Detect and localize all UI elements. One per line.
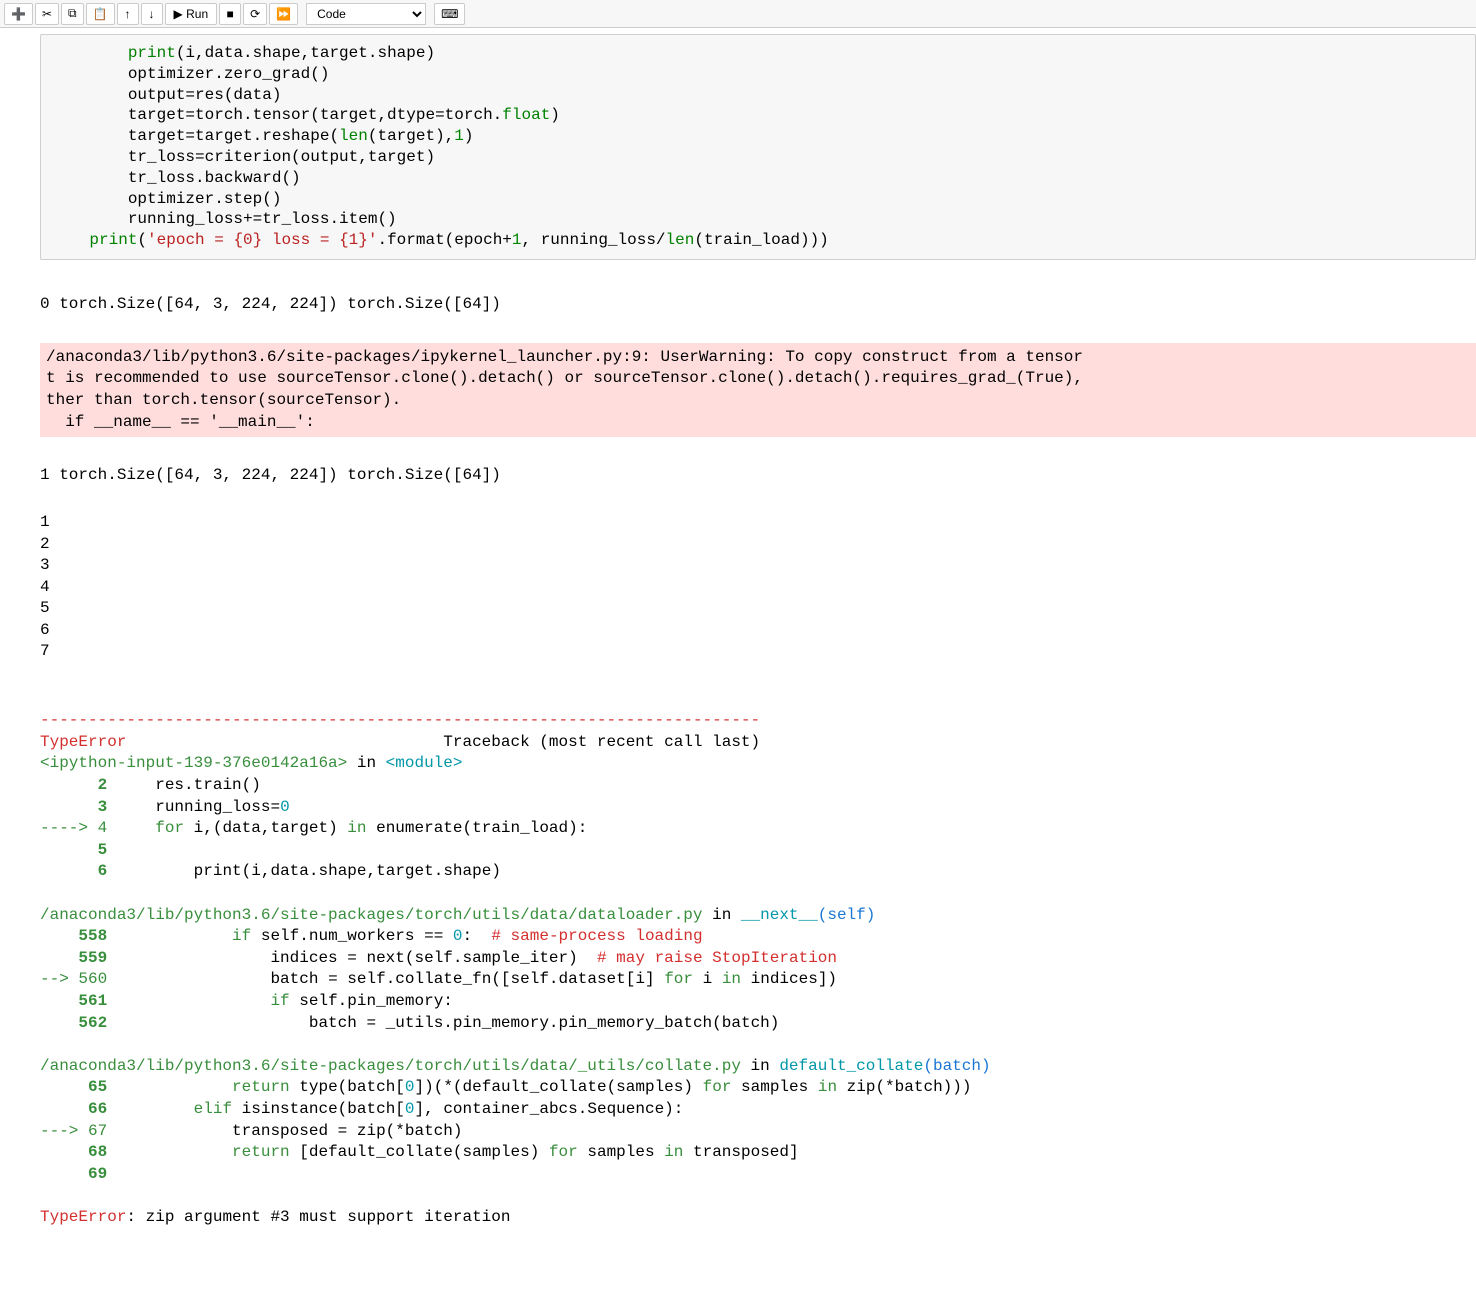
move-up-button[interactable]: ↑ (117, 3, 139, 25)
stdout-line: 0 torch.Size([64, 3, 224, 224]) torch.Si… (40, 292, 1476, 318)
cell-type-select[interactable]: Code (306, 3, 426, 25)
move-down-button[interactable]: ↓ (141, 3, 163, 25)
copy-button[interactable]: ⧉ (61, 3, 84, 25)
code-block: print(i,data.shape,target.shape) optimiz… (51, 43, 1465, 251)
stdout-numbers: 1 2 3 4 5 6 7 (40, 510, 1476, 665)
code-cell: print(i,data.shape,target.shape) optimiz… (0, 34, 1476, 1274)
restart-run-all-button[interactable]: ⏩ (269, 3, 298, 25)
stdout-line: 1 torch.Size([64, 3, 224, 224]) torch.Si… (40, 463, 1476, 489)
cut-button[interactable]: ✂ (35, 3, 59, 25)
add-cell-below-button[interactable]: ➕ (4, 3, 33, 25)
run-button[interactable]: ▶ Run (165, 3, 218, 25)
input-area[interactable]: print(i,data.shape,target.shape) optimiz… (40, 34, 1476, 260)
paste-button[interactable]: 📋 (86, 3, 115, 25)
traceback: ----------------------------------------… (40, 687, 1476, 1231)
command-palette-button[interactable]: ⌨ (434, 3, 465, 25)
output-area: 0 torch.Size([64, 3, 224, 224]) torch.Si… (40, 270, 1476, 1274)
stderr-warning: /anaconda3/lib/python3.6/site-packages/i… (40, 343, 1476, 437)
notebook: print(i,data.shape,target.shape) optimiz… (0, 34, 1476, 1274)
restart-button[interactable]: ⟳ (243, 3, 267, 25)
toolbar: ➕ ✂ ⧉ 📋 ↑ ↓ ▶ Run ■ ⟳ ⏩ Code ⌨ (0, 0, 1476, 28)
interrupt-button[interactable]: ■ (219, 3, 241, 25)
